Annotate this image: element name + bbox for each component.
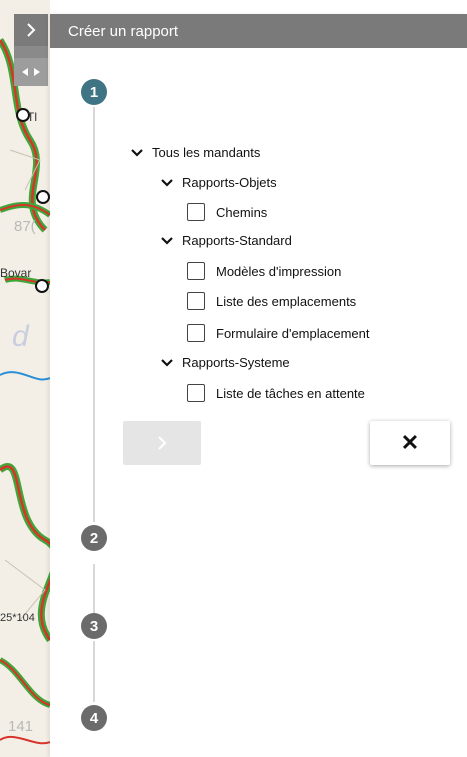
tree-item-label: Formulaire d'emplacement [216,325,370,341]
map-label: 25*104 [0,612,35,624]
tree-group-rapports-standard[interactable]: Rapports-Standard [160,233,292,248]
side-toolbar [14,14,48,86]
chevron-down-icon [161,236,173,245]
tree-group-label: Rapports-Objets [182,175,277,190]
tree-item-chemins[interactable]: Chemins [187,203,267,221]
map-poi-icon [35,279,49,293]
map-background[interactable]: Tl 87( Bovar d 25*104 141 [0,0,50,757]
tree-item-label: Liste de tâches en attente [216,385,365,401]
tree-item-label: Chemins [216,204,268,220]
step-2-indicator[interactable]: 2 [81,525,107,551]
tree-item-formulaire-emplacement[interactable]: Formulaire d'emplacement [187,324,370,342]
tree-item-liste-taches[interactable]: Liste de tâches en attente [187,384,365,402]
tree-item-liste-emplacements[interactable]: Liste des emplacements [187,292,356,310]
chevron-right-icon [27,23,36,37]
tree-group-label: Rapports-Systeme [182,355,290,370]
chevron-down-icon [161,358,173,367]
tree-group-rapports-systeme[interactable]: Rapports-Systeme [160,355,290,370]
chevron-right-icon [158,436,167,450]
tree-item-modeles-impression[interactable]: Modèles d'impression [187,262,341,280]
chevron-down-icon [131,148,143,157]
tree-group-label: Rapports-Standard [182,233,292,248]
tree-node-label: Tous les mandants [152,145,261,160]
close-icon: ✕ [400,430,420,455]
step-1-indicator[interactable]: 1 [81,79,107,105]
checkbox[interactable] [187,262,205,280]
map-label: d [12,320,29,353]
map-label: Tl [27,110,37,124]
tree-item-label: Liste des emplacements [216,293,357,309]
map-label: 141 [8,718,34,735]
close-button[interactable]: ✕ [370,421,450,465]
expand-panel-button[interactable] [14,14,48,46]
map-poi-icon [36,190,50,204]
step-connector [93,107,95,522]
step-connector [93,641,95,702]
report-panel: Créer un rapport 1 2 3 4 Tous les mandan… [50,14,467,757]
tree-node-root[interactable]: Tous les mandants [130,145,260,160]
chevron-down-icon [161,178,173,187]
checkbox[interactable] [187,384,205,402]
checkbox[interactable] [187,203,205,221]
checkbox[interactable] [187,292,205,310]
tree-group-rapports-objets[interactable]: Rapports-Objets [160,175,277,190]
map-label: Bovar [0,266,32,280]
map-label: 87( [14,218,36,235]
next-button[interactable] [123,421,201,465]
checkbox[interactable] [187,324,205,342]
collapse-arrows-icon [22,68,40,76]
collapse-panel-button[interactable] [14,58,48,86]
step-connector [93,564,95,616]
step-3-indicator[interactable]: 3 [81,613,107,639]
step-4-indicator[interactable]: 4 [81,705,107,731]
panel-header: Créer un rapport [50,14,467,48]
tree-item-label: Modèles d'impression [216,263,342,279]
panel-title: Créer un rapport [68,23,179,40]
